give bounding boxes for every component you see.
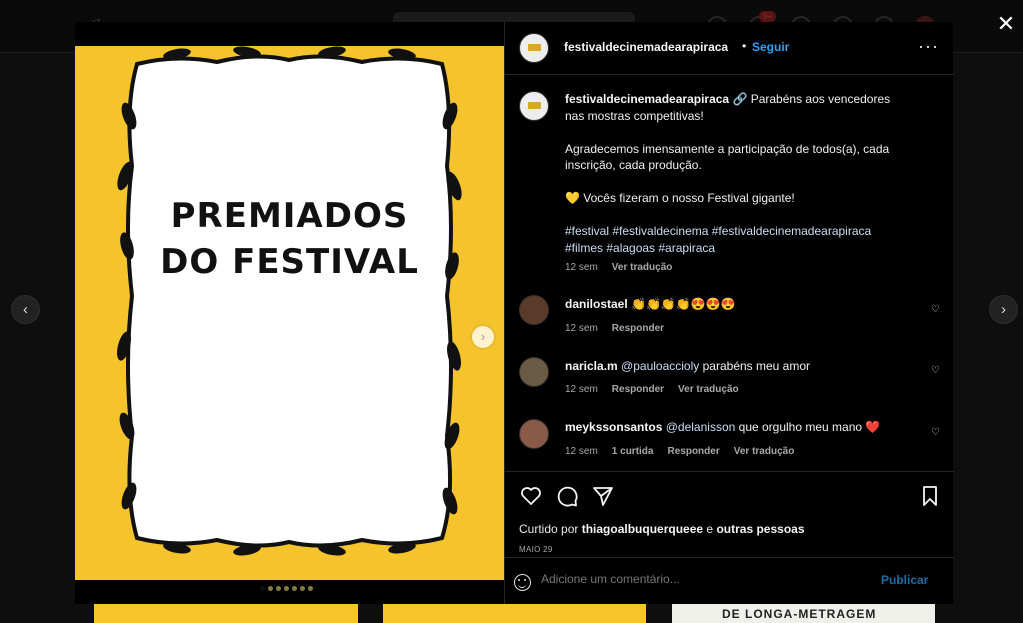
share-send-icon[interactable] bbox=[591, 484, 615, 508]
publish-button[interactable]: Publicar bbox=[881, 573, 928, 587]
carousel-dot bbox=[300, 586, 305, 591]
caption-line4: inscrição, cada produção. bbox=[565, 158, 702, 172]
comment-avatar[interactable] bbox=[519, 419, 549, 449]
caption-line1: 🔗 Parabéns aos vencedores bbox=[732, 92, 891, 106]
comment-meta: 12 sem 1 curtida Responder Ver tradução bbox=[565, 446, 794, 457]
add-comment-bar: Publicar bbox=[505, 557, 954, 604]
caption-line2: nas mostras competitivas! bbox=[565, 108, 704, 123]
like-heart-icon[interactable] bbox=[519, 484, 543, 508]
caption-translate-link[interactable]: Ver tradução bbox=[612, 262, 673, 273]
caption-username[interactable]: festivaldecinemadearapiraca bbox=[565, 92, 729, 106]
carousel-dot bbox=[284, 586, 289, 591]
comment-text: parabéns meu amor bbox=[702, 359, 811, 373]
post-sidebar: festivaldecinemadearapiraca • Seguir ···… bbox=[504, 22, 954, 604]
liked-by-others[interactable]: outras pessoas bbox=[716, 522, 804, 536]
caption-gap bbox=[565, 124, 890, 141]
next-post-button[interactable]: › bbox=[989, 295, 1018, 324]
close-icon[interactable]: ✕ bbox=[995, 13, 1017, 35]
comment-likes-count[interactable]: 1 curtida bbox=[612, 446, 654, 457]
translate-link[interactable]: Ver tradução bbox=[678, 384, 739, 395]
caption: festivaldecinemadearapiraca 🔗 Parabéns a… bbox=[565, 91, 890, 256]
author-username[interactable]: festivaldecinemadearapiraca bbox=[564, 40, 728, 54]
post-date: MAIO 29 bbox=[519, 545, 553, 554]
author-avatar[interactable] bbox=[519, 33, 549, 63]
comments-list: festivaldecinemadearapiraca 🔗 Parabéns a… bbox=[505, 75, 954, 471]
comment-like-heart-icon[interactable]: ♡ bbox=[931, 366, 941, 376]
comment-body: naricla.m @pauloaccioly parabéns meu amo… bbox=[565, 358, 810, 375]
carousel-indicator bbox=[260, 586, 313, 591]
caption-line3: Agradecemos imensamente a participação d… bbox=[565, 141, 890, 156]
grid-thumb-right[interactable]: DE LONGA-METRAGEM bbox=[672, 603, 935, 623]
grid-thumb-middle[interactable] bbox=[383, 603, 646, 623]
comment-mention[interactable]: @delanisson bbox=[666, 420, 736, 434]
header-separator: • bbox=[742, 39, 747, 53]
carousel-dot bbox=[292, 586, 297, 591]
comment-avatar[interactable] bbox=[519, 357, 549, 387]
caption-hashtags-line1[interactable]: #festival #festivaldecinema #festivaldec… bbox=[565, 223, 890, 240]
liked-by-user[interactable]: thiagoalbuquerqueee bbox=[582, 522, 703, 536]
emoji-icon[interactable] bbox=[514, 574, 531, 591]
reply-button[interactable]: Responder bbox=[612, 323, 664, 334]
carousel-dot bbox=[260, 586, 265, 591]
comment-time: 12 sem bbox=[565, 446, 598, 457]
post-actions: Curtido por thiagoalbuquerqueee e outras… bbox=[505, 471, 954, 557]
caption-author-avatar[interactable] bbox=[519, 91, 549, 121]
comment-text: 👏👏👏👏😍😍😍 bbox=[631, 297, 736, 311]
comment-text: que orgulho meu mano ❤️ bbox=[738, 420, 881, 434]
poster-title-line2: DO FESTIVAL bbox=[160, 242, 419, 282]
save-bookmark-icon[interactable] bbox=[918, 484, 942, 508]
comment-meta: 12 sem Responder Ver tradução bbox=[565, 384, 739, 395]
caption-gap bbox=[565, 174, 890, 191]
caption-gap bbox=[565, 207, 890, 224]
carousel-dot bbox=[308, 586, 313, 591]
carousel-dot bbox=[276, 586, 281, 591]
caption-hashtags-line2[interactable]: #filmes #alagoas #arapiraca bbox=[565, 240, 890, 257]
caption-line5: 💛 Vocês fizeram o nosso Festival gigante… bbox=[565, 191, 795, 205]
carousel-next-button[interactable]: › bbox=[472, 326, 494, 348]
comment-username[interactable]: meykssonsantos bbox=[565, 420, 662, 434]
comment-body: danilostael 👏👏👏👏😍😍😍 bbox=[565, 296, 736, 313]
comment-time: 12 sem bbox=[565, 323, 598, 334]
translate-link[interactable]: Ver tradução bbox=[734, 446, 795, 457]
post-image[interactable]: PREMIADOS DO FESTIVAL › bbox=[75, 46, 504, 591]
reply-button[interactable]: Responder bbox=[667, 446, 719, 457]
comment-avatar[interactable] bbox=[519, 295, 549, 325]
comment-username[interactable]: naricla.m bbox=[565, 359, 618, 373]
comment-like-heart-icon[interactable]: ♡ bbox=[931, 428, 941, 438]
comment-like-heart-icon[interactable]: ♡ bbox=[931, 305, 941, 315]
more-options-icon[interactable]: ··· bbox=[918, 36, 939, 57]
follow-button[interactable]: Seguir bbox=[752, 40, 789, 54]
caption-time: 12 sem bbox=[565, 262, 598, 273]
previous-post-button[interactable]: ‹ bbox=[11, 295, 40, 324]
reply-button[interactable]: Responder bbox=[612, 384, 664, 395]
notification-badge: 9+ bbox=[759, 11, 777, 22]
grid-thumb-left[interactable] bbox=[94, 603, 358, 623]
post-header: festivaldecinemadearapiraca • Seguir ··· bbox=[505, 22, 954, 75]
comment-mention[interactable]: @pauloaccioly bbox=[621, 359, 699, 373]
liked-by-and: e bbox=[706, 522, 714, 536]
post-modal: PREMIADOS DO FESTIVAL › festivaldecinema… bbox=[75, 22, 954, 604]
liked-by: Curtido por thiagoalbuquerqueee e outras… bbox=[519, 522, 805, 536]
comment-bubble-icon[interactable] bbox=[555, 484, 579, 508]
comment-meta: 12 sem Responder bbox=[565, 323, 664, 334]
comment-body: meykssonsantos @delanisson que orgulho m… bbox=[565, 419, 880, 436]
poster-title-line1: PREMIADOS bbox=[170, 196, 409, 236]
comment-input[interactable] bbox=[541, 572, 861, 586]
grid-thumb-right-text: DE LONGA-METRAGEM bbox=[722, 607, 877, 621]
carousel-dot bbox=[268, 586, 273, 591]
poster-illustration bbox=[117, 46, 462, 556]
comment-time: 12 sem bbox=[565, 384, 598, 395]
comment-username[interactable]: danilostael bbox=[565, 297, 628, 311]
caption-meta: 12 sem Ver tradução bbox=[565, 262, 672, 273]
liked-by-prefix: Curtido por bbox=[519, 522, 579, 536]
